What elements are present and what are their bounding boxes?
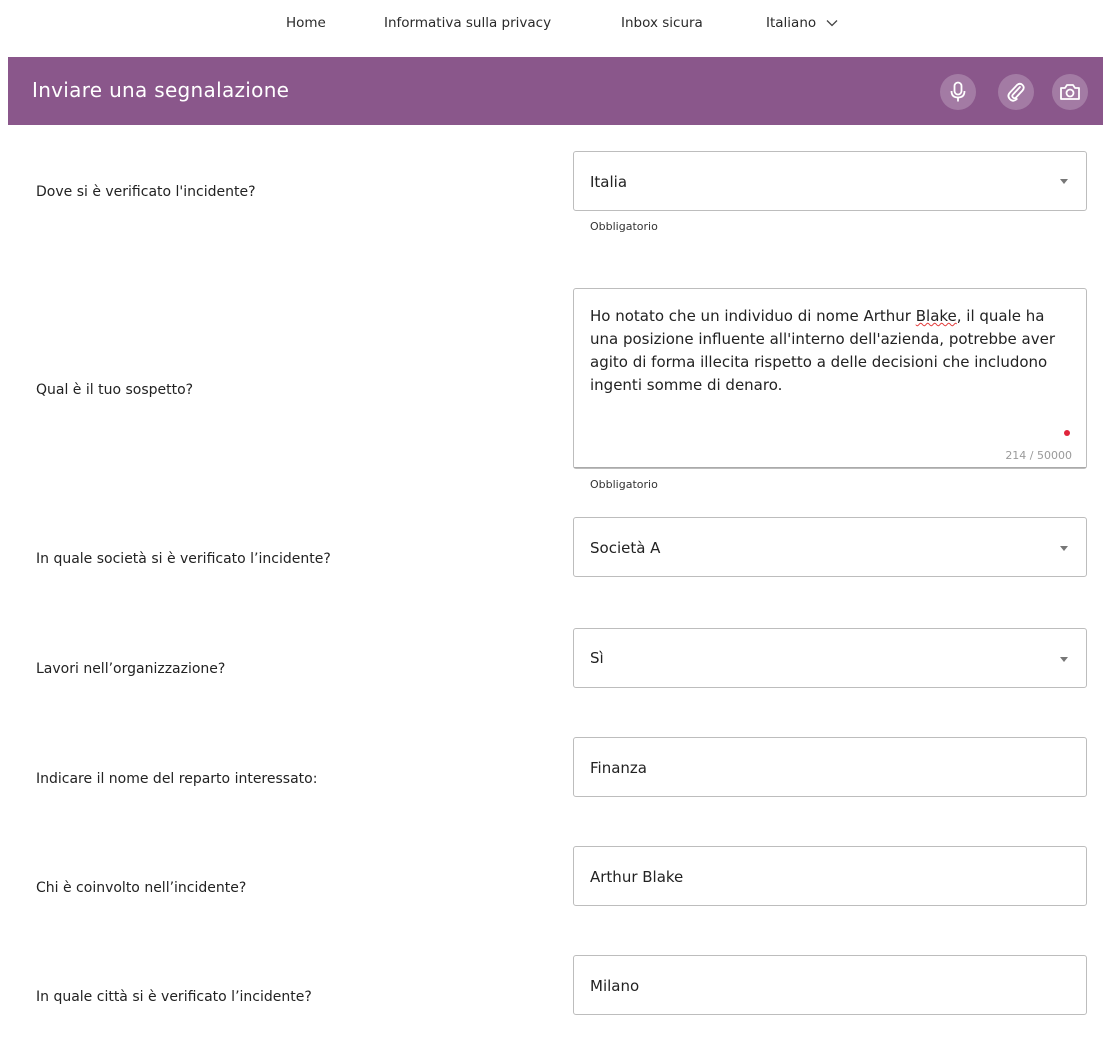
required-indicator: [1064, 430, 1070, 436]
top-navigation: Home Informativa sulla privacy Inbox sic…: [0, 0, 1103, 50]
location-value: Italia: [590, 173, 628, 191]
suspicion-required-hint: Obbligatorio: [590, 478, 658, 491]
page-title: Inviare una segnalazione: [32, 78, 290, 102]
company-label: In quale società si è verificato l’incid…: [36, 551, 331, 567]
attach-file-button[interactable]: [998, 74, 1034, 110]
involved-value: Arthur Blake: [590, 868, 684, 886]
works-value: Sì: [590, 649, 604, 667]
city-label: In quale città si è verificato l’inciden…: [36, 989, 312, 1005]
company-select[interactable]: Società A: [573, 517, 1087, 577]
nav-privacy-link[interactable]: Informativa sulla privacy: [384, 15, 551, 31]
nav-inbox-link[interactable]: Inbox sicura: [621, 15, 703, 31]
works-label: Lavori nell’organizzazione?: [36, 661, 226, 677]
paperclip-icon: [1007, 82, 1025, 102]
suspicion-text: Ho notato che un individuo di nome Arthu…: [590, 307, 1055, 394]
suspicion-textarea[interactable]: Ho notato che un individuo di nome Arthu…: [573, 288, 1087, 469]
misspelled-word: Blake: [915, 307, 957, 325]
city-value: Milano: [590, 977, 640, 995]
location-required-hint: Obbligatorio: [590, 220, 658, 233]
location-label: Dove si è verificato l'incidente?: [36, 184, 256, 200]
dropdown-caret-icon: [1060, 657, 1068, 662]
language-label: Italiano: [766, 15, 817, 31]
location-select[interactable]: Italia: [573, 151, 1087, 211]
involved-input[interactable]: Arthur Blake: [573, 846, 1087, 906]
character-counter: 214 / 50000: [1005, 449, 1072, 462]
involved-label: Chi è coinvolto nell’incidente?: [36, 880, 247, 896]
suspicion-label: Qual è il tuo sospetto?: [36, 382, 194, 398]
department-value: Finanza: [590, 759, 647, 777]
microphone-icon: [950, 81, 966, 102]
dropdown-caret-icon: [1060, 546, 1068, 551]
dropdown-caret-icon: [1060, 179, 1068, 184]
company-value: Società A: [590, 539, 661, 557]
works-select[interactable]: Sì: [573, 628, 1087, 688]
voice-record-button[interactable]: [940, 74, 976, 110]
nav-home-link[interactable]: Home: [286, 15, 326, 31]
chevron-down-icon: [826, 20, 838, 27]
report-header: Inviare una segnalazione: [8, 57, 1103, 125]
camera-icon: [1060, 84, 1080, 100]
language-selector[interactable]: Italiano: [766, 15, 838, 31]
city-input[interactable]: Milano: [573, 955, 1087, 1015]
department-label: Indicare il nome del reparto interessato…: [36, 771, 318, 787]
take-photo-button[interactable]: [1052, 74, 1088, 110]
department-input[interactable]: Finanza: [573, 737, 1087, 797]
textarea-underline: [574, 467, 1086, 468]
